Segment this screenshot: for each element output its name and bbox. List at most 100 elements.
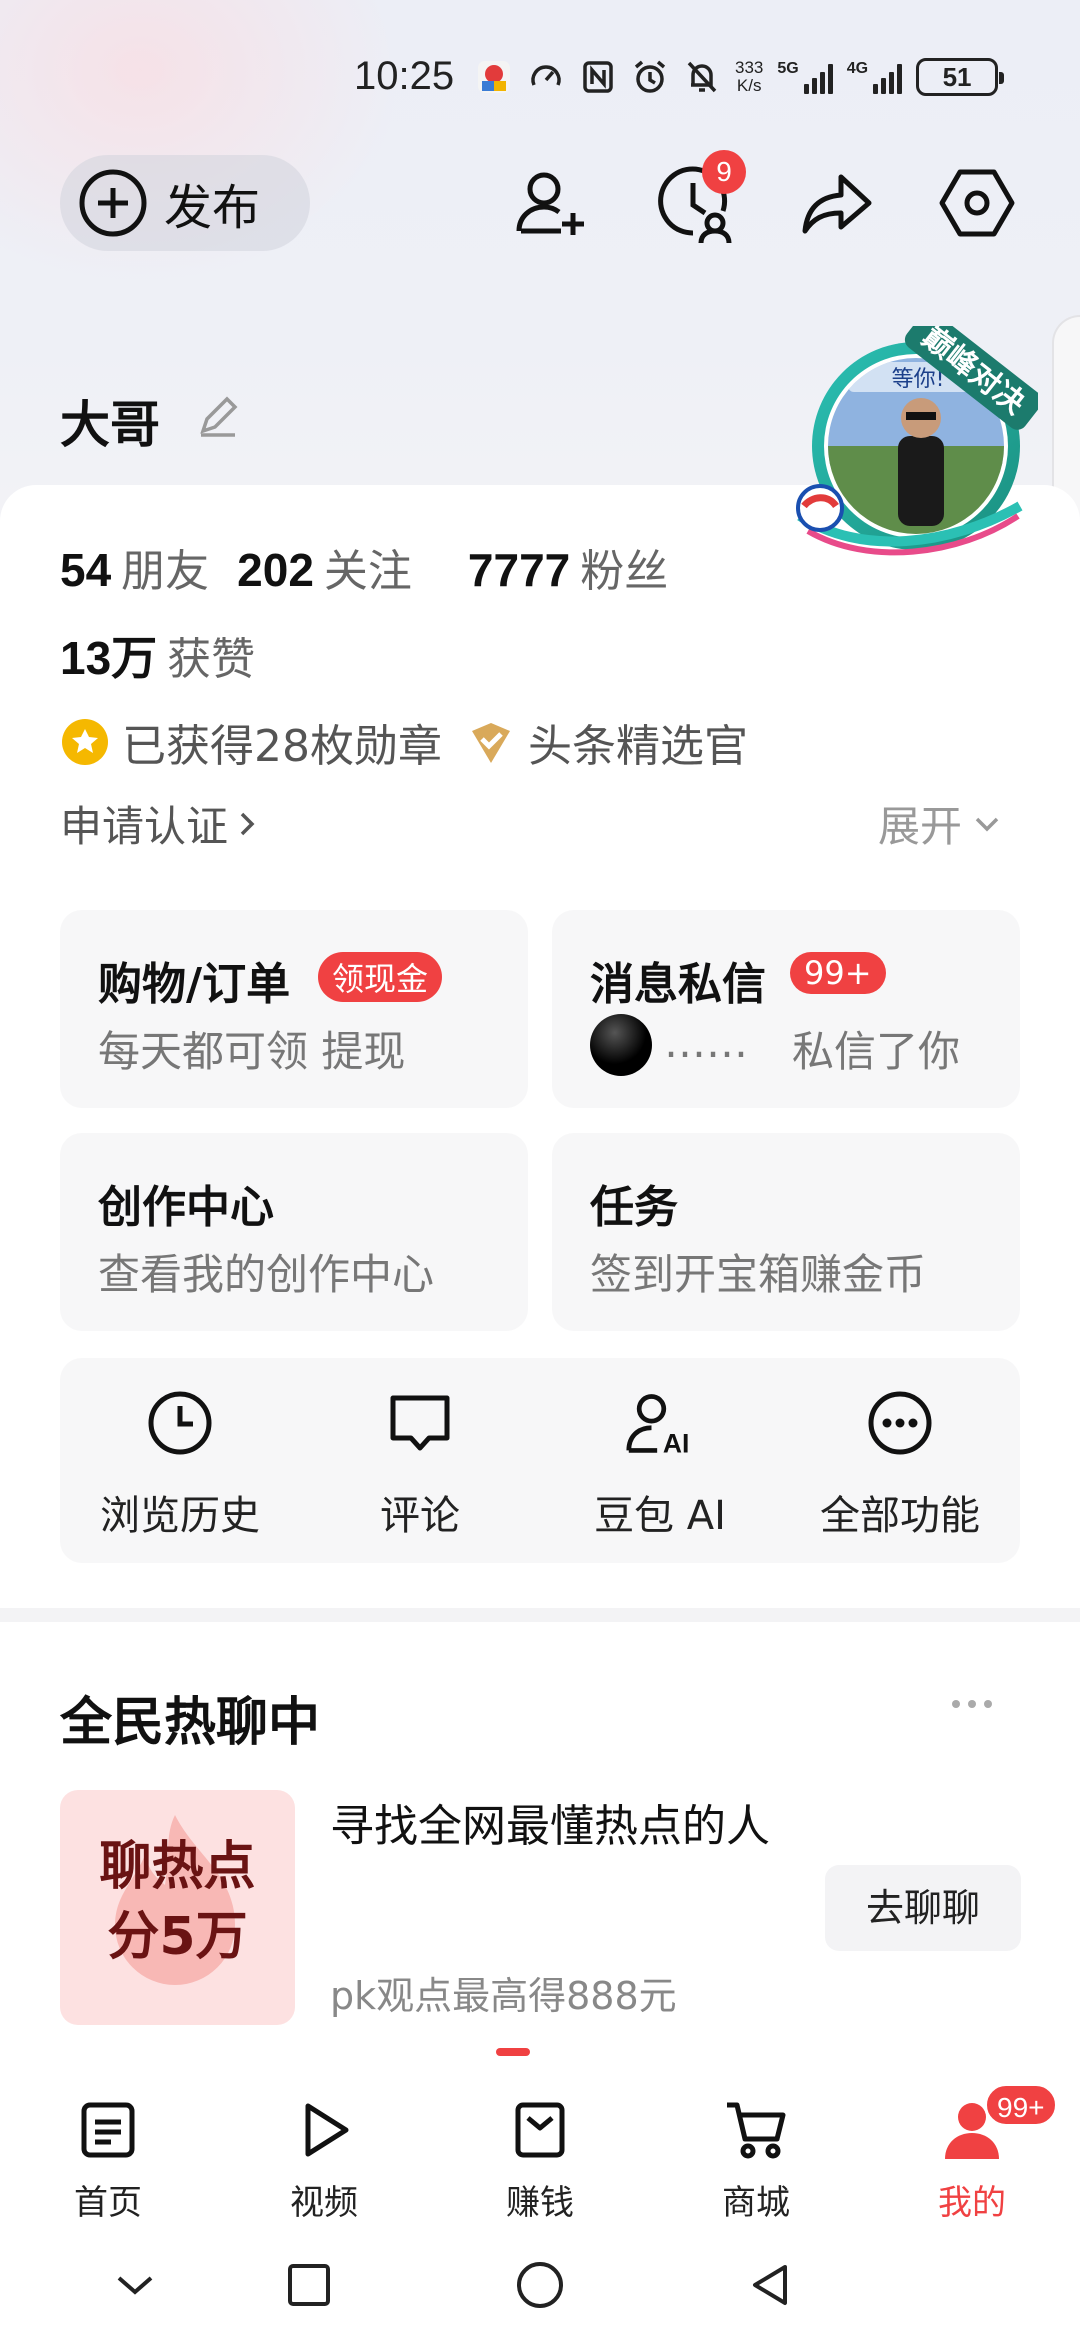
mute-bell-icon [683, 58, 721, 96]
tasks-tile[interactable]: 任务 签到开宝箱赚金币 [552, 1133, 1020, 1331]
chevron-down-icon [117, 2276, 153, 2295]
tool-doubao-ai[interactable]: AI 豆包 AI [540, 1388, 780, 1548]
system-nav-bar [0, 2225, 1080, 2340]
share-icon [802, 174, 872, 234]
nav-label: 商城 [722, 2183, 790, 2223]
fans-count[interactable]: 7777 [468, 543, 570, 597]
clock-icon [148, 1391, 212, 1455]
share-button[interactable] [792, 158, 882, 248]
profile-badge: 99+ [984, 2083, 1058, 2127]
nav-home[interactable]: 首页 [38, 2095, 178, 2223]
expand-profile-button[interactable]: 展开 [878, 793, 1002, 854]
nav-profile[interactable]: 我的 99+ [902, 2083, 1058, 2223]
creator-title: 创作中心 [98, 1182, 274, 1233]
creator-subtitle: 查看我的创作中心 [98, 1250, 435, 1299]
back-triangle-icon [753, 2265, 787, 2305]
back-button[interactable] [734, 2250, 804, 2320]
shopping-orders-tile[interactable]: 购物/订单 领现金 每天都可领 提现 [60, 910, 528, 1108]
nav-mall[interactable]: 商城 [686, 2095, 826, 2223]
settings-button[interactable] [932, 158, 1022, 248]
nav-earn[interactable]: 赚钱 [470, 2095, 610, 2223]
profile-stats: 54 朋友 202 关注 7777 粉丝 [60, 535, 696, 599]
recents-button[interactable] [274, 2250, 344, 2320]
network-speed: 333 K/s [735, 58, 764, 95]
profile-name: 大哥 [60, 396, 160, 454]
sender-name: …… [664, 1018, 748, 1067]
status-icons: 333 K/s 5G 4G 51 [475, 58, 1005, 96]
hot-topic-headline[interactable]: 寻找全网最懂热点的人 [330, 1795, 800, 1859]
curator-label[interactable]: 头条精选官 [528, 710, 748, 774]
video-icon [305, 2103, 349, 2157]
home-system-button[interactable] [505, 2250, 575, 2320]
chevron-right-icon [240, 812, 255, 835]
tool-label: 浏览历史 [100, 1493, 260, 1539]
messages-subtitle: 私信了你 [792, 1027, 961, 1076]
tool-comments[interactable]: 评论 [300, 1388, 540, 1548]
medal-icon [62, 719, 108, 765]
app-notification-icon [475, 58, 513, 96]
honors-row: 已获得28枚勋章 头条精选官 [60, 710, 772, 774]
medals-label[interactable]: 已获得28枚勋章 [122, 710, 442, 774]
status-bar: 10:25 333 K/s 5G 4G 51 [0, 50, 1080, 110]
likes-label: 获赞 [167, 634, 256, 685]
go-chat-button[interactable]: 去聊聊 [825, 1865, 1021, 1951]
hot-topic-thumbnail[interactable]: 聊热点 分5万 [60, 1790, 295, 2025]
following-count[interactable]: 202 [237, 543, 314, 597]
edit-name-icon[interactable] [195, 393, 241, 439]
curator-badge-icon [472, 723, 510, 763]
publish-button[interactable]: 发布 [60, 155, 310, 251]
messages-tile[interactable]: 消息私信 99+ …… 私信了你 [552, 910, 1020, 1108]
alarm-icon [631, 58, 669, 96]
get-cash-pill: 领现金 [318, 952, 443, 1002]
home-icon [81, 2102, 135, 2158]
speedometer-icon [527, 58, 565, 96]
status-time: 10:25 [354, 54, 455, 98]
tool-label: 豆包 AI [594, 1493, 726, 1539]
apply-verification-label: 申请认证 [60, 802, 229, 851]
avatar[interactable]: 等你! 巅峰对决 [788, 310, 1043, 576]
hot-card-line1: 聊热点 [99, 1837, 256, 1897]
tools-row: 浏览历史 评论 AI 豆包 AI 全部功能 [60, 1358, 1020, 1563]
svg-text:AI: AI [663, 1428, 689, 1458]
more-options-icon[interactable] [952, 1700, 992, 1708]
fans-label[interactable]: 粉丝 [580, 535, 668, 599]
likes-stat[interactable]: 13万 获赞 [60, 622, 283, 688]
following-label[interactable]: 关注 [324, 535, 412, 599]
tool-browse-history[interactable]: 浏览历史 [60, 1388, 300, 1548]
nav-video[interactable]: 视频 [254, 2095, 394, 2223]
signal-sim2-icon: 4G [847, 60, 903, 94]
avatar-caption: 等你! [892, 367, 945, 392]
messages-title: 消息私信 [590, 959, 766, 1010]
section-divider [0, 1608, 1080, 1622]
shopping-subtitle: 每天都可领 提现 [98, 1027, 406, 1076]
apply-verification-link[interactable]: 申请认证 [60, 793, 258, 854]
likes-count: 13万 [60, 632, 158, 684]
tasks-subtitle: 签到开宝箱赚金币 [590, 1250, 927, 1299]
shopping-title: 购物/订单 [98, 959, 291, 1010]
nfc-icon [579, 58, 617, 96]
friends-label[interactable]: 朋友 [121, 535, 209, 599]
expand-label: 展开 [878, 802, 963, 851]
creator-center-tile[interactable]: 创作中心 查看我的创作中心 [60, 1133, 528, 1331]
circle-icon [517, 2262, 563, 2308]
add-friend-button[interactable] [506, 158, 596, 248]
ai-assistant-icon: AI [626, 1394, 689, 1458]
collapse-button[interactable] [100, 2250, 170, 2320]
history-button[interactable]: 9 [650, 150, 746, 248]
chevron-down-icon [975, 817, 999, 831]
carousel-indicator [496, 2048, 530, 2056]
comment-icon [390, 1395, 450, 1451]
messages-badge: 99+ [790, 952, 886, 994]
tool-label: 评论 [380, 1493, 460, 1539]
nav-label: 赚钱 [506, 2183, 574, 2223]
tool-label: 全部功能 [820, 1493, 980, 1539]
tool-all-features[interactable]: 全部功能 [780, 1388, 1020, 1548]
settings-icon [939, 169, 1015, 237]
nav-label: 我的 [938, 2183, 1006, 2223]
history-badge: 9 [702, 150, 746, 194]
nav-label: 视频 [290, 2183, 358, 2223]
tasks-title: 任务 [590, 1182, 678, 1233]
battery-icon: 51 [916, 58, 1005, 96]
friends-count[interactable]: 54 [60, 543, 111, 597]
sender-avatar [590, 1014, 652, 1076]
